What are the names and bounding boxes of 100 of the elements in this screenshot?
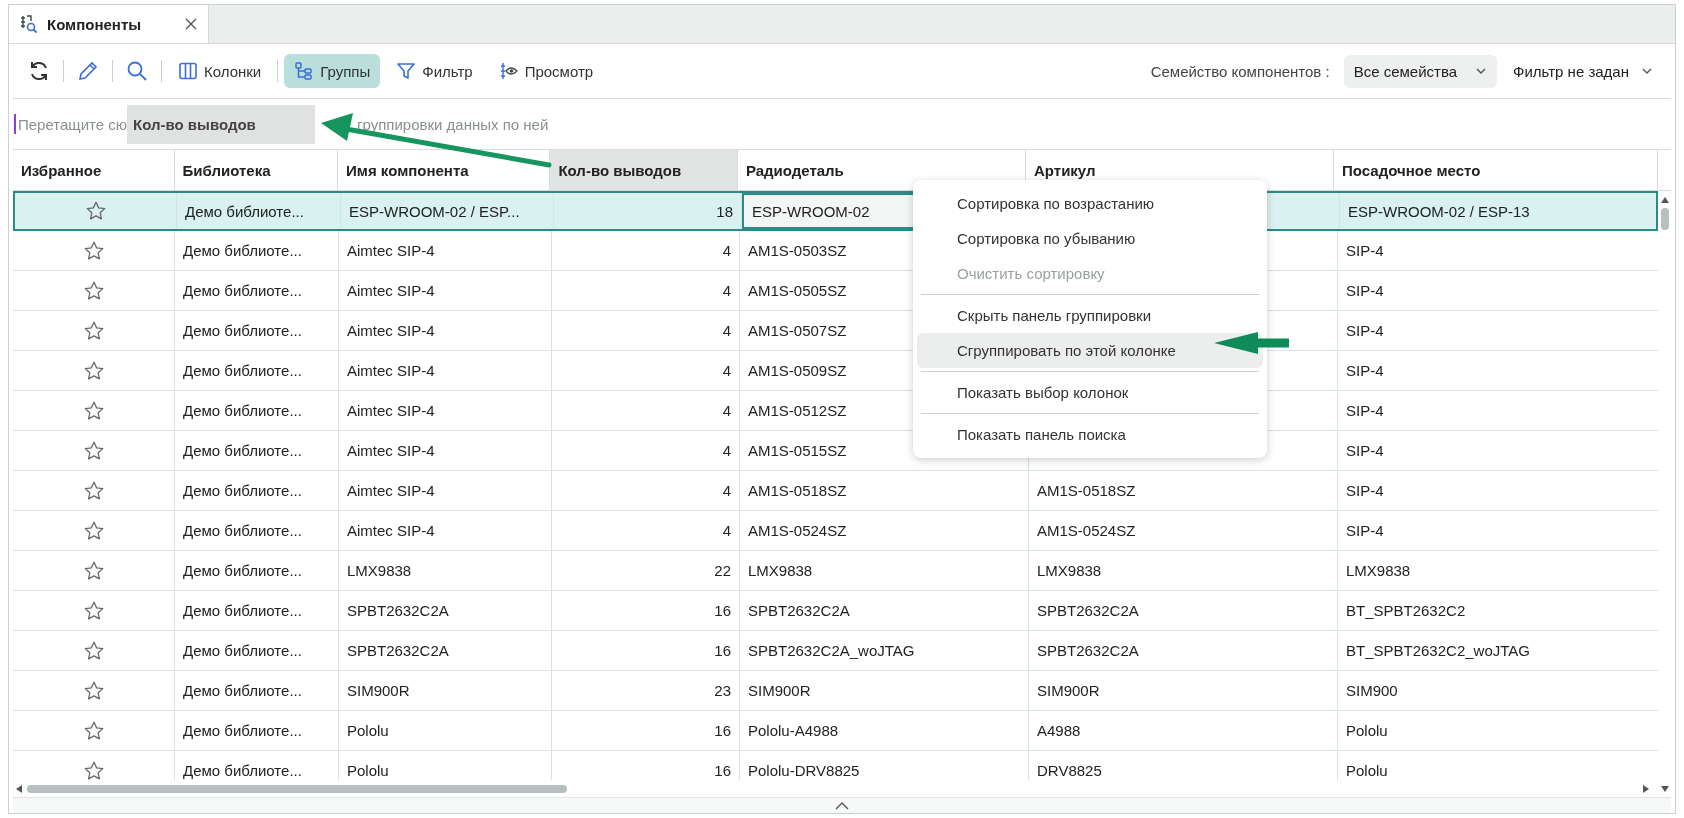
table-cell: Aimtec SIP-4 <box>347 442 435 459</box>
star-icon[interactable] <box>82 399 105 422</box>
table-cell: BT_SPBT2632C2_woJTAG <box>1346 642 1530 659</box>
star-icon[interactable] <box>82 479 105 502</box>
star-icon[interactable] <box>82 679 105 702</box>
star-icon[interactable] <box>82 559 105 582</box>
table-cell: SPBT2632C2A <box>1037 642 1139 659</box>
table-cell: SIP-4 <box>1346 482 1384 499</box>
table-cell: 4 <box>722 362 731 379</box>
star-icon[interactable] <box>84 200 107 222</box>
table-cell: AM1S-0503SZ <box>748 242 847 259</box>
family-dropdown[interactable]: Все семейства <box>1343 54 1498 88</box>
table-cell: Pololu <box>347 762 389 779</box>
star-icon[interactable] <box>82 599 105 622</box>
pencil-icon[interactable] <box>76 59 100 83</box>
table-cell: Демо библиоте... <box>183 722 302 739</box>
table-cell: Демо библиоте... <box>183 402 302 419</box>
document-tab[interactable]: Компоненты <box>9 5 209 43</box>
group-panel[interactable]: Перетащите сю Кол-во выводов группировки данных по ней <box>13 99 1671 149</box>
table-cell: 4 <box>722 402 731 419</box>
table-cell: SPBT2632C2A <box>1037 602 1139 619</box>
star-icon[interactable] <box>82 719 105 742</box>
table-cell: 4 <box>722 442 731 459</box>
table-cell: SIP-4 <box>1346 322 1384 339</box>
star-icon[interactable] <box>82 519 105 542</box>
column-header[interactable]: Посадочное место <box>1334 150 1659 190</box>
scrollbar-thumb[interactable] <box>27 784 567 793</box>
placeholder-text: Перетащите сю <box>18 115 128 133</box>
columns-button[interactable]: Колонки <box>168 54 272 88</box>
table-cell: Aimtec SIP-4 <box>347 402 435 419</box>
table-cell: SIM900R <box>347 682 410 699</box>
scroll-left-icon[interactable] <box>14 783 24 794</box>
table-cell: 16 <box>714 722 731 739</box>
table-cell: SIP-4 <box>1346 242 1384 259</box>
column-header[interactable]: Библиотека <box>174 150 339 190</box>
star-icon[interactable] <box>82 239 105 262</box>
table-cell: AM1S-0507SZ <box>748 322 847 339</box>
table-cell: LMX9838 <box>1037 562 1102 579</box>
table-cell: Демо библиоте... <box>183 242 302 259</box>
table-cell: LMX9838 <box>748 562 813 579</box>
menu-item[interactable]: Сгруппировать по этой колонке <box>917 333 1263 368</box>
table-cell: Aimtec SIP-4 <box>347 282 435 299</box>
table-cell: Aimtec SIP-4 <box>347 522 435 539</box>
table-cell: Aimtec SIP-4 <box>347 362 435 379</box>
column-header[interactable]: Кол-во выводов <box>550 150 738 190</box>
groups-button[interactable]: Группы <box>284 54 381 88</box>
star-icon[interactable] <box>82 319 105 342</box>
scrollbar-thumb[interactable] <box>1660 208 1669 230</box>
close-icon[interactable] <box>184 17 198 31</box>
table-cell: 4 <box>722 242 731 259</box>
table-cell: AM1S-0524SZ <box>748 522 847 539</box>
table-cell: Демо библиоте... <box>183 682 302 699</box>
star-icon[interactable] <box>82 639 105 662</box>
table-cell: Pololu <box>1346 722 1388 739</box>
table-cell: SIP-4 <box>1346 282 1384 299</box>
scroll-down-icon[interactable] <box>1660 783 1670 794</box>
menu-item[interactable]: Показать панель поиска <box>917 417 1263 452</box>
star-icon[interactable] <box>82 279 105 302</box>
menu-item[interactable]: Скрыть панель группировки <box>917 298 1263 333</box>
table-cell: SIP-4 <box>1346 362 1384 379</box>
filter-icon <box>396 61 417 81</box>
table-cell: 16 <box>714 762 731 779</box>
table-cell: 4 <box>722 482 731 499</box>
filter-dropdown[interactable]: Фильтр не задан <box>1503 54 1663 88</box>
table-cell: Pololu-DRV8825 <box>748 762 860 779</box>
table-cell: Демо библиоте... <box>183 562 302 579</box>
table-cell: AM1S-0509SZ <box>748 362 847 379</box>
table-cell: SPBT2632C2A <box>347 642 449 659</box>
table-cell: SIP-4 <box>1346 442 1384 459</box>
table-cell: A4988 <box>1037 722 1081 739</box>
table-cell: AM1S-0524SZ <box>1037 522 1136 539</box>
search-icon[interactable] <box>125 59 149 83</box>
star-icon[interactable] <box>82 359 105 382</box>
table-cell: Pololu-A4988 <box>748 722 839 739</box>
table-cell: Демо библиоте... <box>183 322 302 339</box>
table-cell: 4 <box>722 322 731 339</box>
view-button[interactable]: Просмотр <box>488 54 604 88</box>
filter-button[interactable]: Фильтр <box>386 54 483 88</box>
table-cell: BT_SPBT2632C2 <box>1346 602 1466 619</box>
star-icon[interactable] <box>82 439 105 462</box>
table-cell: AM1S-0518SZ <box>748 482 847 499</box>
star-icon[interactable] <box>82 759 105 780</box>
column-header[interactable]: Избранное <box>13 150 175 190</box>
table-cell: Демо библиоте... <box>183 482 302 499</box>
table-cell: Демо библиоте... <box>183 282 302 299</box>
table-cell: Демо библиоте... <box>185 202 304 220</box>
menu-item[interactable]: Показать выбор колонок <box>917 375 1263 410</box>
chevron-up-icon[interactable] <box>834 800 850 811</box>
table-cell: SIM900R <box>1037 682 1100 699</box>
scroll-right-icon[interactable] <box>1641 783 1651 794</box>
scroll-up-icon[interactable] <box>1659 195 1670 205</box>
table-cell: Aimtec SIP-4 <box>347 322 435 339</box>
component-search-icon <box>19 14 39 34</box>
family-label: Семейство компонентов : <box>1150 62 1330 80</box>
table-cell: Pololu <box>1346 762 1388 779</box>
table-cell: 18 <box>716 202 733 220</box>
table-cell: Демо библиоте... <box>183 762 302 779</box>
table-cell: LMX9838 <box>347 562 412 579</box>
table-cell: SIP-4 <box>1346 522 1384 539</box>
table-cell: SIP-4 <box>1346 402 1384 419</box>
